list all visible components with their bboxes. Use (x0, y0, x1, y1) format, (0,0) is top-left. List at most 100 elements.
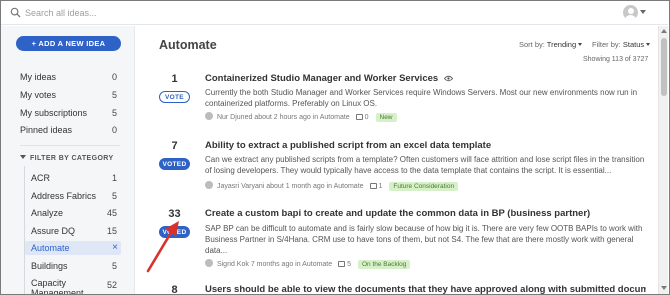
vote-button[interactable]: VOTE (159, 91, 190, 103)
filter-label: Filter by: (592, 40, 621, 49)
category-item-analyze[interactable]: Analyze 45 (31, 206, 120, 220)
status-badge: New (375, 113, 397, 122)
category-label: Address Fabrics (31, 191, 97, 201)
sidebar-item-label: My subscriptions (20, 108, 88, 118)
sidebar-item-count: 0 (111, 72, 117, 82)
vote-count: 7 (171, 140, 178, 152)
chevron-down-icon[interactable] (640, 10, 646, 14)
ideas-main: Automate Sort by: Trending Filter by: St… (136, 26, 656, 295)
sidebar-item-count: 5 (111, 90, 117, 100)
filter-dropdown[interactable]: Filter by: Status (592, 40, 651, 49)
sidebar-item-count: 0 (111, 125, 117, 135)
idea-card: 33 VOTED Create a custom bapi to create … (156, 208, 646, 270)
idea-description: SAP BP can be difficult to automate and … (205, 224, 643, 255)
vote-column: 7 VOTED (156, 140, 193, 170)
idea-author[interactable]: Nur Djuned (217, 114, 252, 121)
author-avatar (205, 181, 213, 189)
status-badge: On the Backlog (357, 260, 411, 269)
author-avatar (205, 112, 213, 120)
filter-heading: FILTER BY CATEGORY (30, 155, 114, 162)
idea-title[interactable]: Create a custom bapi to create and updat… (205, 208, 590, 219)
comment-count[interactable]: 0 (365, 114, 369, 121)
status-badge: Future Consideration (389, 182, 459, 191)
idea-time: about 1 month ago in Automate (266, 183, 364, 190)
category-label: Analyze (31, 208, 64, 218)
category-label: Assure DQ (31, 226, 76, 236)
filter-value: Status (622, 40, 645, 49)
search-input[interactable] (25, 5, 225, 21)
vote-column: 8 (156, 284, 193, 295)
category-item-assure-dq[interactable]: Assure DQ 15 (31, 224, 120, 238)
category-count: 5 (111, 191, 117, 201)
idea-meta: Jayasri Varyani about 1 month ago in Aut… (205, 181, 459, 191)
scroll-up-icon[interactable] (661, 29, 667, 33)
idea-card: 1 VOTE Containerized Studio Manager and … (156, 73, 646, 123)
eye-icon (443, 75, 453, 82)
category-count: 1 (111, 173, 117, 183)
idea-description: Currently the both Studio Manager and Wo… (205, 88, 638, 108)
idea-title[interactable]: Ability to extract a published script fr… (205, 140, 491, 151)
category-item-capacity-management[interactable]: Capacity Management 52 (31, 278, 120, 295)
sidebar-item-label: Pinned ideas (20, 125, 73, 135)
author-avatar (205, 259, 213, 267)
comment-count[interactable]: 5 (347, 261, 351, 268)
add-idea-button[interactable]: + ADD A NEW IDEA (16, 36, 121, 51)
idea-author[interactable]: Jayasri Varyani (217, 183, 264, 190)
comment-icon (355, 114, 363, 120)
sidebar-item-my-subscriptions[interactable]: My subscriptions 5 (20, 106, 120, 120)
chevron-down-icon (578, 43, 583, 46)
sort-value: Trending (546, 40, 577, 49)
comment-icon (369, 183, 377, 189)
sidebar-divider (20, 145, 120, 146)
filter-by-category-toggle[interactable]: FILTER BY CATEGORY (20, 155, 114, 162)
sidebar-item-pinned-ideas[interactable]: Pinned ideas 0 (20, 123, 120, 137)
vote-column: 1 VOTE (156, 73, 193, 103)
sidebar: + ADD A NEW IDEA My ideas 0 My votes 5 M… (1, 26, 135, 295)
scroll-down-icon[interactable] (661, 286, 667, 290)
sidebar-item-label: My votes (20, 90, 57, 100)
idea-card: 7 VOTED Ability to extract a published s… (156, 140, 646, 195)
scrollbar[interactable] (658, 26, 668, 294)
voted-button[interactable]: VOTED (159, 158, 190, 170)
app-window: + ADD A NEW IDEA My ideas 0 My votes 5 M… (0, 0, 670, 295)
scroll-thumb[interactable] (661, 38, 667, 96)
search-icon (10, 7, 21, 18)
category-tree-line (24, 166, 25, 294)
sidebar-item-label: My ideas (20, 72, 57, 82)
category-label: Automate (31, 243, 70, 253)
sort-dropdown[interactable]: Sort by: Trending (519, 40, 583, 49)
idea-meta: Nur Djuned about 2 hours ago in Automate… (205, 112, 397, 122)
category-count: 15 (106, 226, 117, 236)
sidebar-item-my-votes[interactable]: My votes 5 (20, 88, 120, 102)
top-bar (1, 1, 668, 25)
results-count: Showing 113 of 3727 (583, 56, 649, 63)
idea-author[interactable]: Sigrid Kok (217, 261, 249, 268)
clear-category-icon[interactable]: × (112, 241, 118, 255)
comment-count[interactable]: 1 (379, 183, 383, 190)
sort-label: Sort by: (519, 40, 545, 49)
vote-count: 8 (171, 284, 178, 295)
category-count: 5 (111, 261, 117, 271)
idea-meta: Sigrid Kok 7 months ago in Automate 5 On… (205, 259, 411, 269)
idea-title[interactable]: Users should be able to view the documen… (205, 284, 646, 295)
category-item-address-fabrics[interactable]: Address Fabrics 5 (31, 189, 120, 203)
category-item-acr[interactable]: ACR 1 (31, 171, 120, 185)
idea-card: 8 Users should be able to view the docum… (156, 284, 646, 295)
idea-title-text: Users should be able to view the documen… (205, 284, 646, 295)
idea-time: 7 months ago in Automate (250, 261, 333, 268)
idea-description: Can we extract any published scripts fro… (205, 155, 645, 175)
chevron-down-icon (20, 155, 26, 159)
category-label: Capacity Management (31, 278, 84, 295)
vote-count: 1 (171, 73, 178, 85)
category-item-automate[interactable]: Automate × (25, 241, 121, 255)
idea-title[interactable]: Containerized Studio Manager and Worker … (205, 73, 453, 84)
idea-title-text: Ability to extract a published script fr… (205, 140, 492, 151)
page-title: Automate (159, 38, 217, 52)
annotation-arrow (146, 221, 179, 273)
category-item-buildings[interactable]: Buildings 5 (31, 259, 120, 273)
idea-title-text: Containerized Studio Manager and Worker … (205, 73, 439, 84)
category-count: 45 (106, 208, 117, 218)
sidebar-item-my-ideas[interactable]: My ideas 0 (20, 70, 120, 84)
user-avatar[interactable] (623, 5, 638, 20)
idea-title-text: Create a custom bapi to create and updat… (205, 208, 591, 219)
